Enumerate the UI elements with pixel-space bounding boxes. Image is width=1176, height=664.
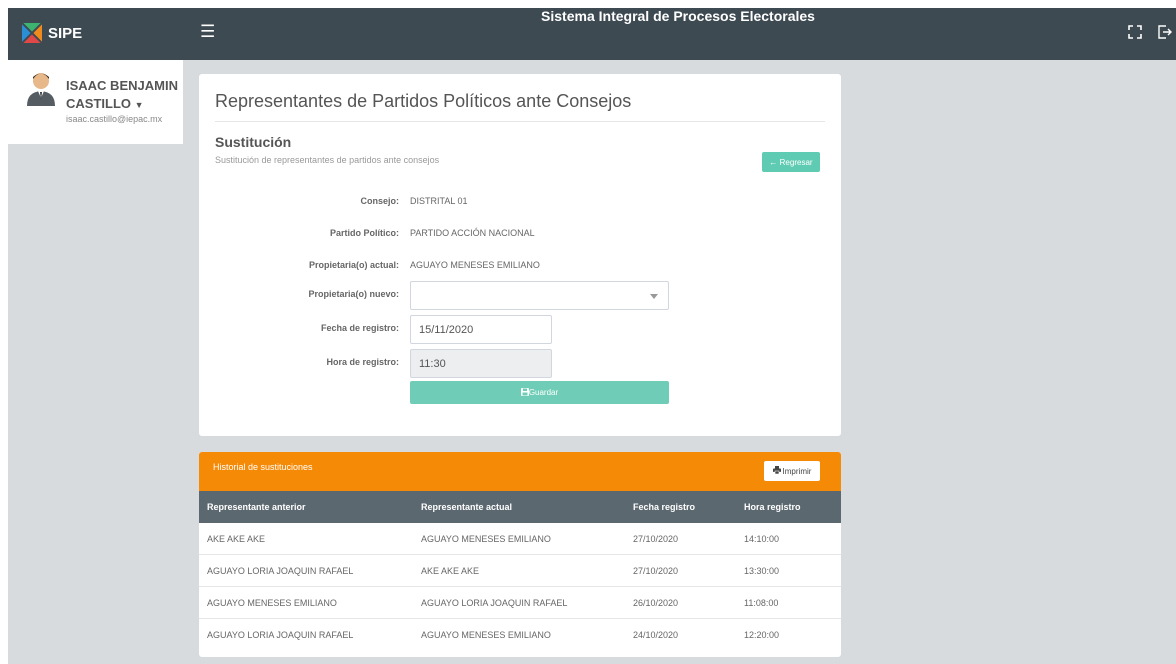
cell-fecha: 27/10/2020 <box>633 533 679 544</box>
cell-actual: AGUAYO LORIA JOAQUIN RAFAEL <box>421 597 568 608</box>
logout-icon[interactable] <box>1158 25 1172 42</box>
fecha-label: Fecha de registro: <box>320 323 399 333</box>
cell-actual: AKE AKE AKE <box>421 565 480 576</box>
fecha-input[interactable]: 15/11/2020 <box>410 315 552 344</box>
brand-name: SIPE <box>48 24 83 42</box>
column-header-actual[interactable]: Representante actual <box>421 491 512 523</box>
divider <box>215 121 825 122</box>
cell-hora: 14:10:00 <box>744 533 780 544</box>
cell-anterior: AGUAYO MENESES EMILIANO <box>207 597 337 608</box>
history-title: Historial de sustituciones <box>213 462 313 472</box>
table-row: AKE AKE AKE AGUAYO MENESES EMILIANO 27/1… <box>199 523 841 555</box>
section-subtitle: Sustitución de representantes de partido… <box>215 155 440 165</box>
caret-down-icon: ▼ <box>134 100 144 110</box>
save-button[interactable]: Guardar <box>410 381 669 404</box>
back-button[interactable]: ← Regresar <box>762 152 820 172</box>
consejo-label: Consejo: <box>360 196 399 206</box>
brand[interactable]: SIPE <box>22 23 82 43</box>
floppy-disk-icon <box>520 387 529 398</box>
table-row: AGUAYO LORIA JOAQUIN RAFAEL AGUAYO MENES… <box>199 619 841 651</box>
print-button-label: Imprimir <box>782 466 812 476</box>
history-card: Historial de sustituciones Imprimir Repr… <box>199 452 841 657</box>
cell-anterior: AGUAYO LORIA JOAQUIN RAFAEL <box>207 630 354 640</box>
window-frame <box>0 0 1176 8</box>
back-button-label: Regresar <box>779 157 813 167</box>
system-title-text: Sistema Integral de Procesos Electorales <box>541 8 815 24</box>
actual-value: AGUAYO MENESES EMILIANO <box>410 260 540 270</box>
history-table: Representante anterior Representante act… <box>199 491 841 651</box>
sipe-logo-icon <box>22 23 42 43</box>
table-header: Representante anterior Representante act… <box>199 491 841 523</box>
top-navbar: SIPE ☰ Sistema Integral de Procesos Elec… <box>8 8 1176 60</box>
hora-label: Hora de registro: <box>326 357 399 367</box>
arrow-left-icon: ← <box>769 157 780 167</box>
chevron-down-icon <box>650 294 658 299</box>
nuevo-label: Propietaria(o) nuevo: <box>308 289 399 299</box>
system-title: Sistema Integral de Procesos Electorales <box>8 8 1176 24</box>
consejo-value: DISTRITAL 01 <box>410 196 468 206</box>
user-panel: ISAAC BENJAMIN CASTILLO ▼ isaac.castillo… <box>8 60 183 144</box>
history-header: Historial de sustituciones Imprimir <box>199 452 841 491</box>
print-button[interactable]: Imprimir <box>764 461 820 481</box>
cell-anterior: AGUAYO LORIA JOAQUIN RAFAEL <box>207 565 354 576</box>
hamburger-icon[interactable]: ☰ <box>200 23 215 40</box>
substitution-card: Representantes de Partidos Políticos ant… <box>199 74 841 436</box>
hora-input: 11:30 <box>410 349 552 378</box>
hora-input-value: 11:30 <box>419 357 446 370</box>
fecha-input-value: 15/11/2020 <box>419 323 474 336</box>
user-email: isaac.castillo@iepac.mx <box>66 114 163 124</box>
cell-hora: 13:30:00 <box>744 565 780 576</box>
partido-value: PARTIDO ACCIÓN NACIONAL <box>410 228 535 238</box>
table-row: AGUAYO LORIA JOAQUIN RAFAEL AKE AKE AKE … <box>199 555 841 587</box>
column-header-hora[interactable]: Hora registro <box>744 491 801 523</box>
cell-fecha: 26/10/2020 <box>633 597 679 608</box>
avatar <box>25 70 57 106</box>
cell-actual: AGUAYO MENESES EMILIANO <box>421 533 551 544</box>
cell-actual: AGUAYO MENESES EMILIANO <box>421 630 551 640</box>
page-title: Representantes de Partidos Políticos ant… <box>215 91 632 111</box>
partido-label: Partido Político: <box>329 228 399 238</box>
cell-fecha: 27/10/2020 <box>633 565 679 576</box>
user-name[interactable]: ISAAC BENJAMIN CASTILLO ▼ <box>66 77 178 114</box>
cell-hora: 12:20:00 <box>744 630 780 640</box>
column-header-fecha[interactable]: Fecha registro <box>633 491 695 523</box>
section-title: Sustitución <box>215 134 292 150</box>
top-actions <box>1128 25 1172 42</box>
cell-fecha: 24/10/2020 <box>633 630 679 640</box>
column-header-anterior[interactable]: Representante anterior <box>207 491 306 523</box>
table-row: AGUAYO MENESES EMILIANO AGUAYO LORIA JOA… <box>199 587 841 619</box>
sidebar-background <box>8 60 183 664</box>
expand-icon[interactable] <box>1128 25 1142 42</box>
cell-anterior: AKE AKE AKE <box>207 533 266 544</box>
save-button-label: Guardar <box>528 388 559 397</box>
actual-label: Propietaria(o) actual: <box>308 260 399 270</box>
cell-hora: 11:08:00 <box>744 597 779 608</box>
printer-icon <box>772 466 781 476</box>
user-name-text: ISAAC BENJAMIN CASTILLO <box>66 78 178 111</box>
nuevo-select[interactable] <box>410 281 669 310</box>
